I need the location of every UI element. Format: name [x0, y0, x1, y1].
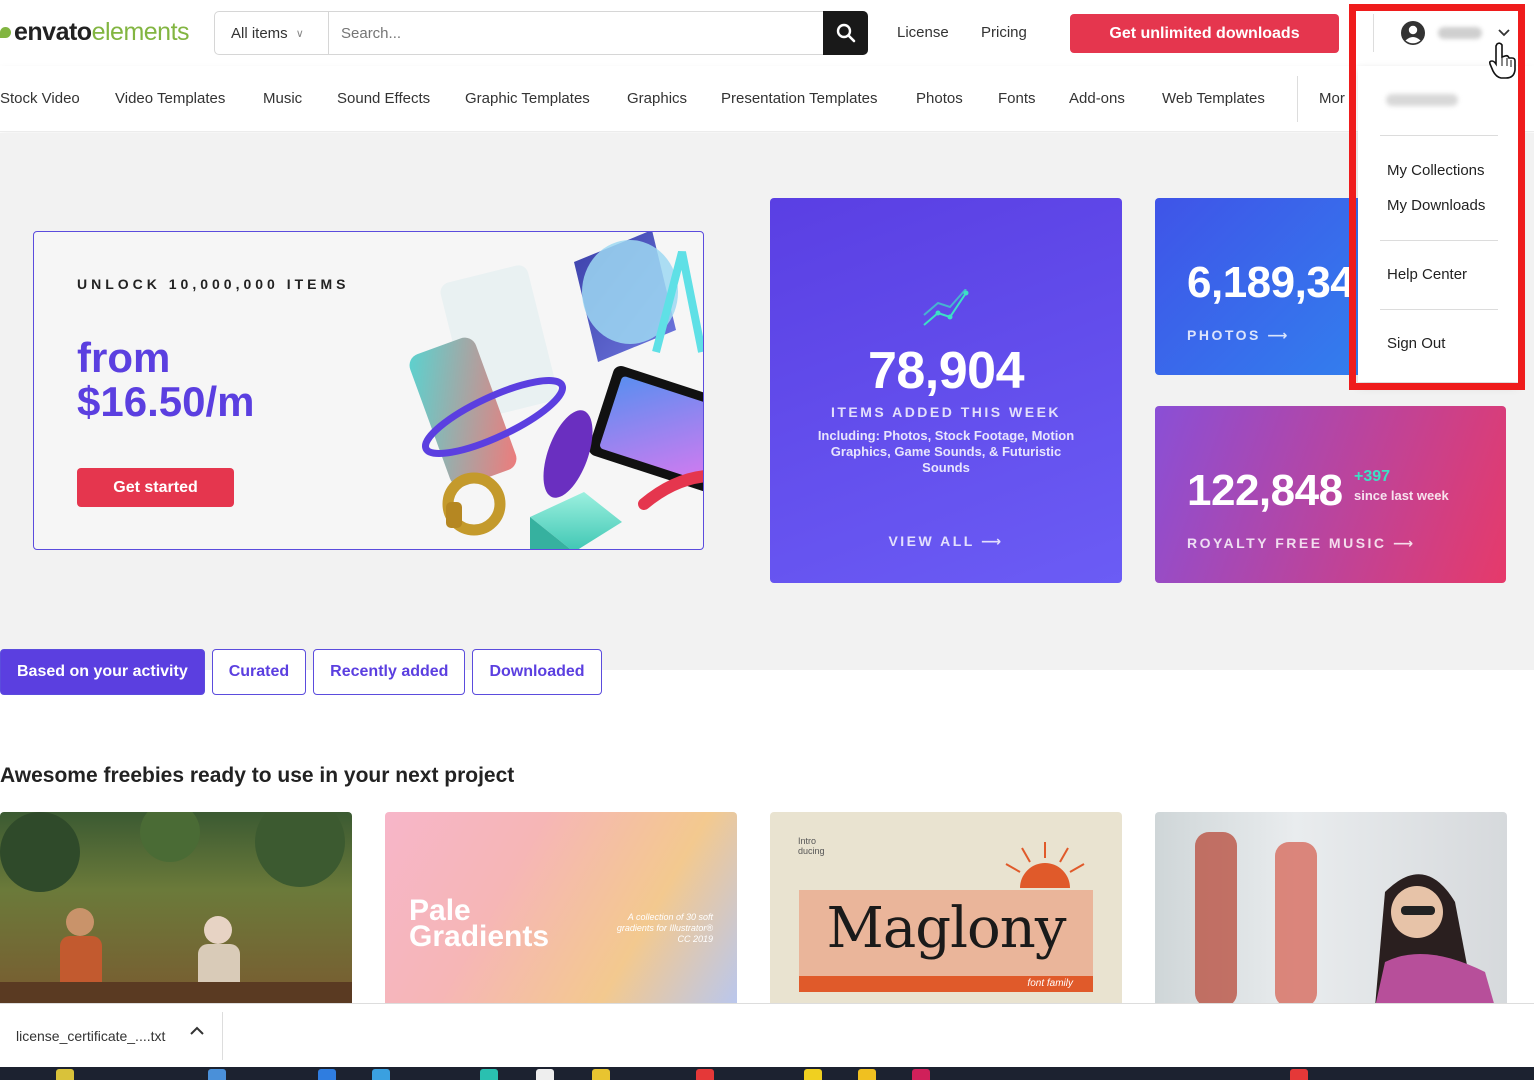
- sun-graphic: [1005, 842, 1085, 888]
- nav-music[interactable]: Music: [263, 90, 302, 107]
- get-started-button[interactable]: Get started: [77, 468, 234, 507]
- freebie-card-maglony-font[interactable]: Intro ducing Maglony font family: [770, 812, 1122, 1007]
- font-intro: Intro ducing: [798, 836, 825, 856]
- nav-presentation-templates[interactable]: Presentation Templates: [721, 90, 877, 107]
- get-unlimited-downloads-button[interactable]: Get unlimited downloads: [1070, 14, 1339, 53]
- weekly-items-count: 78,904: [867, 342, 1025, 400]
- taskbar-app-icon[interactable]: [208, 1069, 226, 1080]
- chevron-up-icon[interactable]: [190, 1026, 204, 1036]
- font-sub: font family: [799, 976, 1093, 992]
- tab-based-on-activity[interactable]: Based on your activity: [0, 649, 205, 695]
- category-nav: Stock Video Video Templates Music Sound …: [0, 66, 1534, 132]
- tab-curated[interactable]: Curated: [211, 649, 307, 695]
- weekly-items-description: Including: Photos, Stock Footage, Motion…: [817, 428, 1075, 475]
- taskbar-app-icon[interactable]: [480, 1069, 498, 1080]
- leaf-icon: [0, 27, 11, 38]
- nav-graphics[interactable]: Graphics: [627, 90, 687, 107]
- freebie-card-shopping-woman[interactable]: [1155, 812, 1507, 1007]
- photos-count: 6,189,34: [1187, 258, 1355, 307]
- nav-video-templates[interactable]: Video Templates: [115, 90, 225, 107]
- taskbar-app-icon[interactable]: [1290, 1069, 1308, 1080]
- activity-tabs: Based on your activity Curated Recently …: [0, 649, 602, 695]
- arrow-right-icon: ⟶: [980, 533, 1004, 549]
- arrow-right-icon: ⟶: [1392, 535, 1416, 551]
- music-delta-note: since last week: [1354, 488, 1449, 503]
- taskbar-app-icon[interactable]: [372, 1069, 390, 1080]
- promo-kicker: UNLOCK 10,000,000 ITEMS: [77, 276, 350, 292]
- promo-illustration: [409, 232, 703, 549]
- nav-photos[interactable]: Photos: [916, 90, 963, 107]
- music-card[interactable]: 122,848 +397 since last week ROYALTY FRE…: [1155, 406, 1506, 583]
- tab-downloaded[interactable]: Downloaded: [472, 649, 602, 695]
- hand-cursor-icon: [1488, 42, 1516, 79]
- chevron-down-icon: ∨: [295, 27, 304, 40]
- search-input[interactable]: [329, 12, 823, 54]
- nav-more[interactable]: Mor: [1319, 90, 1345, 107]
- taskbar: [0, 1067, 1534, 1080]
- freebie-card-plant-shop[interactable]: [0, 812, 352, 1007]
- plant-shop-photo: [0, 812, 352, 1007]
- pale-gradients-note: A collection of 30 soft gradients for Il…: [616, 912, 713, 944]
- weekly-items-card[interactable]: 78,904 ITEMS ADDED THIS WEEK Including: …: [770, 198, 1122, 583]
- promo-banner: UNLOCK 10,000,000 ITEMS from $16.50/m Get…: [33, 231, 704, 550]
- arrow-right-icon: ⟶: [1267, 327, 1290, 343]
- shopping-woman-photo: [1195, 832, 1495, 1007]
- taskbar-app-icon[interactable]: [318, 1069, 336, 1080]
- taskbar-app-icon[interactable]: [536, 1069, 554, 1080]
- divider: [1297, 76, 1298, 122]
- section-title: Awesome freebies ready to use in your ne…: [0, 764, 515, 787]
- taskbar-app-icon[interactable]: [592, 1069, 610, 1080]
- envato-elements-logo[interactable]: envatoelements: [0, 18, 190, 47]
- taskbar-app-icon[interactable]: [858, 1069, 876, 1080]
- nav-stock-video[interactable]: Stock Video: [0, 90, 80, 107]
- promo-price: from $16.50/m: [77, 334, 255, 425]
- nav-web-templates[interactable]: Web Templates: [1162, 90, 1265, 107]
- taskbar-app-icon[interactable]: [804, 1069, 822, 1080]
- download-bar: license_certificate_....txt: [0, 1003, 1534, 1067]
- search-button[interactable]: [823, 11, 868, 55]
- music-count: 122,848: [1187, 466, 1343, 515]
- taskbar-app-icon[interactable]: [912, 1069, 930, 1080]
- category-select[interactable]: All items ∨: [215, 12, 329, 54]
- search-icon: [836, 23, 855, 43]
- license-link[interactable]: License: [897, 24, 949, 41]
- pricing-link[interactable]: Pricing: [981, 24, 1027, 41]
- taskbar-app-icon[interactable]: [56, 1069, 74, 1080]
- divider: [222, 1012, 223, 1060]
- view-all-link[interactable]: VIEW ALL ⟶: [770, 533, 1122, 550]
- tab-recently-added[interactable]: Recently added: [313, 649, 466, 695]
- taskbar-app-icon[interactable]: [696, 1069, 714, 1080]
- nav-sound-effects[interactable]: Sound Effects: [337, 90, 430, 107]
- top-bar: envatoelements All items∨ License Pricin…: [0, 0, 1534, 66]
- photos-caption: PHOTOS ⟶: [1187, 327, 1290, 343]
- downloaded-file[interactable]: license_certificate_....txt: [16, 1028, 165, 1044]
- weekly-items-caption: ITEMS ADDED THIS WEEK: [830, 404, 1062, 420]
- nav-graphic-templates[interactable]: Graphic Templates: [465, 90, 590, 107]
- music-delta: +397: [1354, 468, 1391, 485]
- pale-gradients-title: Pale Gradients: [409, 894, 550, 953]
- music-caption: ROYALTY FREE MUSIC ⟶: [1187, 535, 1416, 551]
- freebie-card-pale-gradients[interactable]: Pale Gradients A collection of 30 soft gr…: [385, 812, 737, 1007]
- trend-graph-icon: [923, 289, 969, 326]
- search-bar: All items ∨: [214, 11, 868, 55]
- nav-fonts[interactable]: Fonts: [998, 90, 1036, 107]
- nav-add-ons[interactable]: Add-ons: [1069, 90, 1125, 107]
- font-name: Maglony: [826, 896, 1067, 961]
